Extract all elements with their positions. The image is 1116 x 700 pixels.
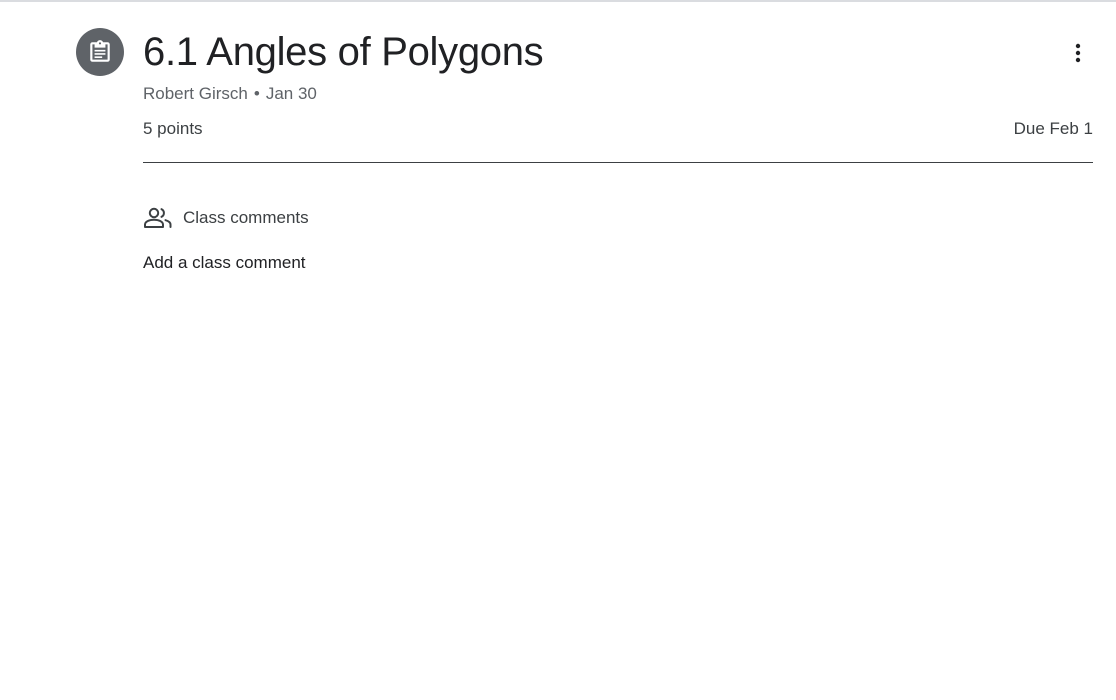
due-date: Due Feb 1: [1013, 119, 1093, 138]
author-name: Robert Girsch: [143, 84, 248, 103]
meta-separator: •: [253, 84, 260, 103]
assignment-meta: Robert Girsch • Jan 30: [143, 84, 317, 104]
top-border: [0, 0, 1116, 2]
header-divider: [143, 162, 1093, 163]
add-class-comment-link[interactable]: Add a class comment: [143, 252, 306, 274]
points-label: 5 points: [143, 119, 203, 138]
assignment-title: 6.1 Angles of Polygons: [143, 30, 544, 74]
more-options-button[interactable]: [1058, 33, 1098, 73]
class-comments-label: Class comments: [183, 208, 309, 227]
people-icon: [143, 204, 173, 232]
posted-date: Jan 30: [265, 84, 317, 103]
class-comments-header: Class comments: [143, 204, 309, 232]
more-vert-icon: [1075, 43, 1081, 63]
assignment-icon: [76, 28, 124, 76]
